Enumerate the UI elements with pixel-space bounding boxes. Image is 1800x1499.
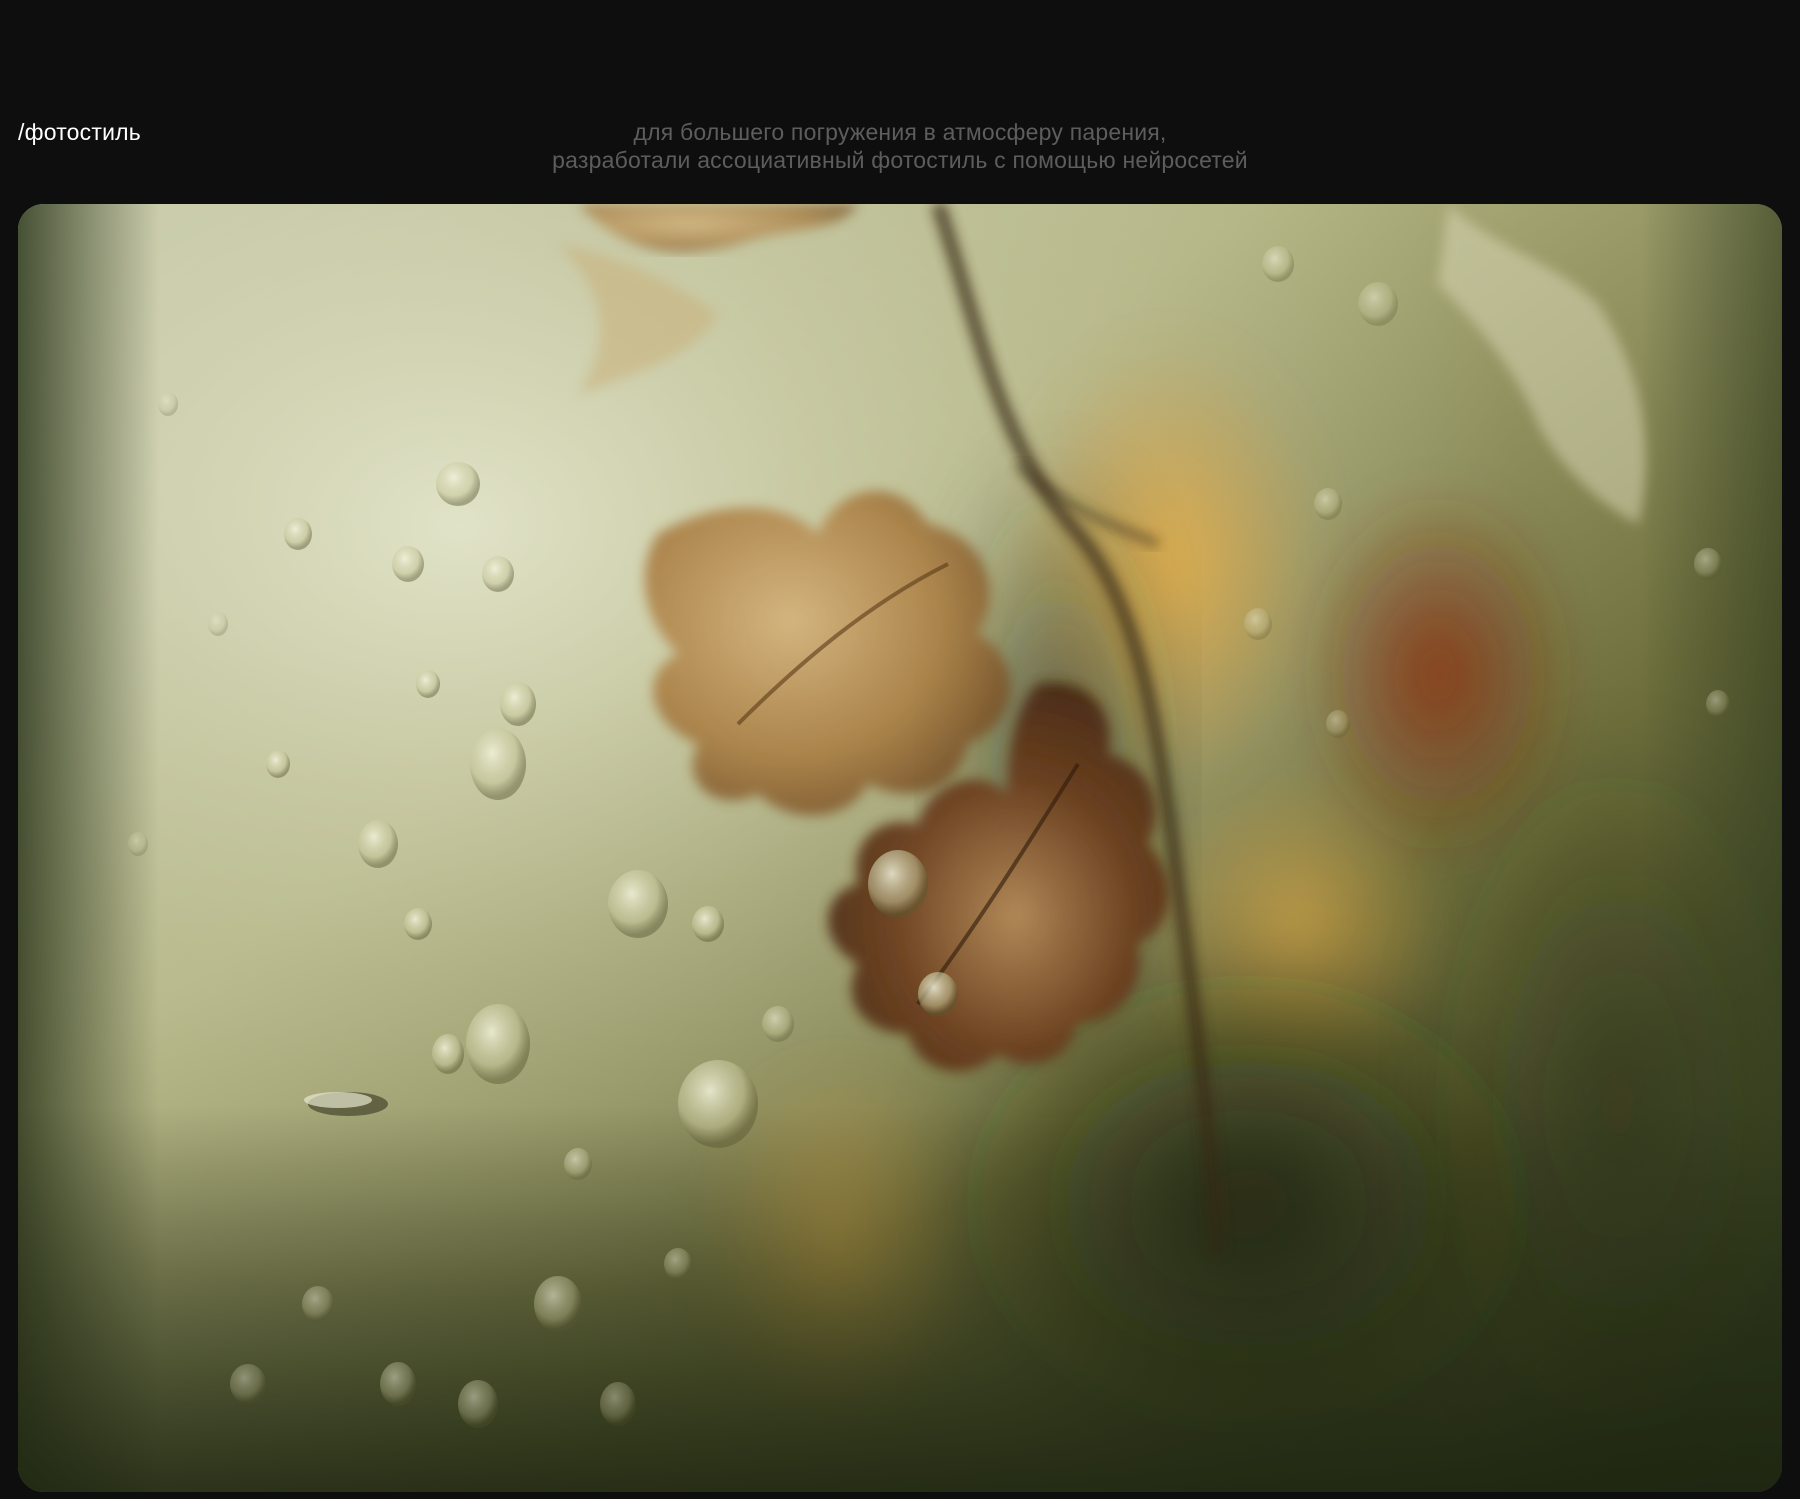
- section-description-line-1: для большего погружения в атмосферу паре…: [633, 119, 1167, 145]
- section-description: для большего погружения в атмосферу паре…: [400, 118, 1400, 174]
- photostyle-image: [18, 204, 1782, 1492]
- section-description-line-2: разработали ассоциативный фотостиль с по…: [552, 147, 1248, 173]
- section-label: /фотостиль: [18, 119, 141, 145]
- fogged-glass-leaves-illustration: [18, 204, 1782, 1492]
